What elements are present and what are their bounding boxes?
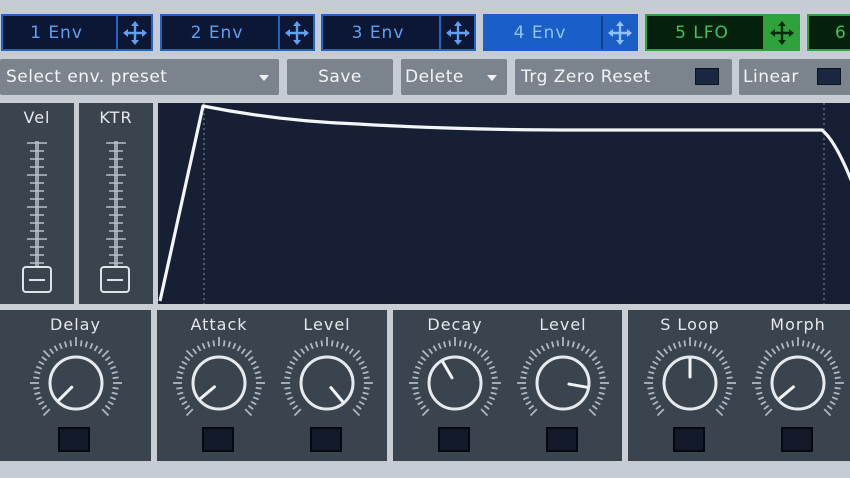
envelope-editor: 1 Env 2 Env 3 Env 4 Env 5 LFO 6 Select e…	[0, 0, 850, 478]
save-button-label: Save	[318, 67, 362, 87]
tab-1-env[interactable]: 1 Env	[1, 14, 153, 51]
decay-level-knob[interactable]	[515, 335, 611, 431]
env-preset-label: Select env. preset	[6, 67, 168, 87]
move-icon[interactable]	[439, 16, 474, 49]
tab-6[interactable]: 6	[807, 14, 850, 51]
tab-5-lfo[interactable]: 5 LFO	[645, 14, 800, 51]
tab-2-env[interactable]: 2 Env	[160, 14, 315, 51]
move-icon[interactable]	[763, 16, 798, 49]
morph-knob[interactable]	[750, 335, 846, 431]
decay-mod-slot[interactable]	[438, 427, 470, 452]
decay-panel: Decay Level	[393, 310, 622, 461]
vel-slider-handle[interactable]	[22, 266, 52, 293]
s-loop-knob[interactable]	[642, 335, 738, 431]
delete-label: Delete	[405, 67, 464, 87]
ktr-slider-handle[interactable]	[100, 266, 130, 293]
decay-level-mod-slot[interactable]	[546, 427, 578, 452]
trg-zero-reset-label: Trg Zero Reset	[521, 67, 651, 87]
env-preset-dropdown[interactable]: Select env. preset	[0, 59, 279, 95]
decay-level-label: Level	[539, 315, 587, 334]
linear-toggle[interactable]: Linear	[739, 59, 850, 95]
linear-checkbox[interactable]	[817, 68, 841, 85]
attack-level-knob[interactable]	[279, 335, 375, 431]
delay-knob[interactable]	[28, 335, 124, 431]
attack-knob[interactable]	[171, 335, 267, 431]
envelope-display[interactable]	[158, 103, 850, 304]
s-loop-label: S Loop	[660, 315, 720, 334]
toolbar: Select env. preset Save Delete Trg Zero …	[0, 58, 850, 100]
vel-slider-panel: Vel	[0, 103, 74, 304]
trg-zero-reset-checkbox[interactable]	[695, 68, 719, 85]
sloop-panel: S Loop Morph	[628, 310, 850, 461]
linear-label: Linear	[743, 67, 799, 87]
attack-level-mod-slot[interactable]	[310, 427, 342, 452]
tab-2-env-label: 2 Env	[190, 22, 244, 43]
attack-level-label: Level	[303, 315, 351, 334]
attack-label: Attack	[190, 315, 248, 334]
morph-label: Morph	[770, 315, 826, 334]
ktr-label: KTR	[99, 108, 133, 127]
tab-3-env-label: 3 Env	[351, 22, 405, 43]
attack-panel: Attack Level	[157, 310, 387, 461]
tab-6-label: 6	[835, 22, 847, 43]
decay-label: Decay	[427, 315, 483, 334]
morph-mod-slot[interactable]	[781, 427, 813, 452]
save-button[interactable]: Save	[287, 59, 393, 95]
move-icon[interactable]	[278, 16, 313, 49]
tab-3-env[interactable]: 3 Env	[321, 14, 476, 51]
trg-zero-reset-toggle[interactable]: Trg Zero Reset	[515, 59, 732, 95]
move-icon[interactable]	[116, 16, 151, 49]
tab-1-env-label: 1 Env	[30, 22, 83, 43]
tab-4-env-label: 4 Env	[513, 22, 567, 43]
tab-strip: 1 Env 2 Env 3 Env 4 Env 5 LFO 6	[0, 0, 850, 58]
attack-mod-slot[interactable]	[202, 427, 234, 452]
envelope-curve[interactable]	[158, 103, 850, 304]
delete-dropdown[interactable]: Delete	[401, 59, 507, 95]
delay-mod-slot[interactable]	[58, 427, 90, 452]
tab-5-lfo-label: 5 LFO	[675, 22, 729, 43]
ktr-slider-panel: KTR	[79, 103, 153, 304]
chevron-down-icon	[259, 75, 269, 81]
delay-label: Delay	[50, 315, 101, 334]
delay-panel: Delay	[0, 310, 151, 461]
vel-label: Vel	[23, 108, 51, 127]
move-icon[interactable]	[601, 16, 636, 49]
tab-4-env[interactable]: 4 Env	[483, 14, 638, 51]
decay-knob[interactable]	[407, 335, 503, 431]
chevron-down-icon	[487, 75, 497, 81]
bottom-strip	[0, 461, 850, 478]
s-loop-mod-slot[interactable]	[673, 427, 705, 452]
